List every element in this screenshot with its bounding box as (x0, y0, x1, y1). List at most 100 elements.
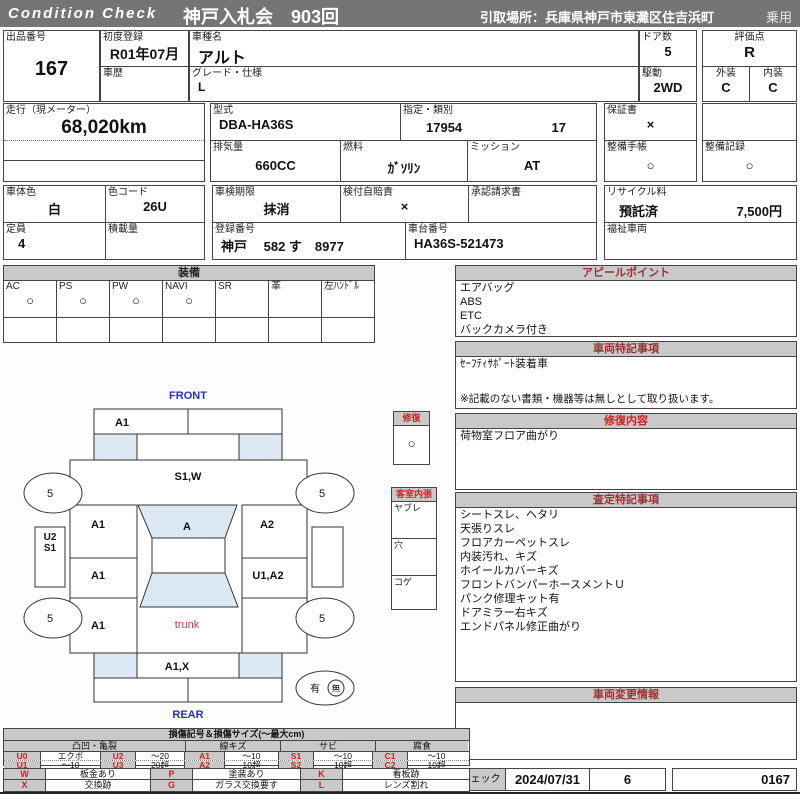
cabin-row-burn: コゲ (394, 577, 413, 587)
body-color-value: 白 (47, 202, 61, 217)
equip-label-sr: SR (218, 281, 232, 292)
drive-label: 駆動 (642, 68, 662, 79)
code-letter: P (151, 769, 193, 779)
exterior-value: C (721, 80, 731, 95)
mileage-box: 走行（現メーター） 68,020km (3, 103, 205, 182)
assessment-notes-panel: 査定特記事項 シートスレ、ヘタリ 天張りスレ フロアカーペットスレ 内装汚れ、キ… (455, 492, 797, 682)
bottom-rule (0, 792, 800, 794)
fuel-value: ｶﾞｿﾘﾝ (387, 161, 421, 176)
mark-wheel-rear-right: 5 (319, 613, 325, 625)
chassis-number-label: 車台番号 (408, 224, 448, 235)
maintenance-record-box: 整備記録 ○ (702, 103, 797, 182)
condition-check-sheet: Condition Check 神戸入札会 903回 引取場所：兵庫県神戸市東灘… (0, 0, 800, 800)
equip-mark-pw: ○ (132, 293, 140, 308)
registration-number-label: 登録番号 (215, 224, 255, 235)
lot-number-box: 出品番号 167 (3, 30, 100, 102)
legend-desc: ～20 (136, 752, 185, 760)
assessment-line: 天張りスレ (460, 523, 515, 535)
assessment-line: ドアミラー右キズ (460, 607, 548, 619)
assessment-line: パンク修理キット有 (460, 593, 560, 605)
front-label: FRONT (169, 390, 207, 402)
cabin-lining-box: 客室内張 ヤブレ 穴 コゲ (391, 487, 437, 610)
check-serial-box: 0167 (672, 768, 797, 791)
repair-details-title: 修復内容 (456, 414, 796, 429)
code-letter: L (301, 780, 343, 791)
assessment-line: フロアカーペットスレ (460, 537, 570, 549)
mark-left-quarter: A1 (91, 620, 105, 632)
mark-left-strip-s1: S1 (44, 543, 57, 554)
appeal-points-title: アピールポイント (456, 266, 796, 281)
code-desc: 看板跡 (392, 769, 420, 779)
repair-flag-box: 修復 ○ (393, 411, 430, 465)
appeal-line: ABS (460, 296, 483, 308)
transmission-label: ミッション (470, 142, 520, 153)
color-code-label: 色コード (108, 187, 148, 198)
appeal-line: ETC (460, 310, 482, 322)
maintenance-book-label: 整備手帳 (607, 142, 647, 153)
interior-label: 内装 (763, 68, 783, 79)
code-letter: K (301, 769, 343, 779)
body-color-box: 車体色 白 色コード 26U 定員 4 積載量 (3, 185, 205, 260)
legend-code: C1 (373, 752, 408, 760)
legend-group-rust: サビ (281, 741, 376, 751)
chassis-number-value: HA36S-521473 (414, 236, 504, 251)
mark-right-door: U1,A2 (252, 570, 283, 582)
check-serial: 0167 (761, 772, 790, 787)
mark-rear-panel: A1,X (165, 661, 190, 673)
code-desc: 板金あり (46, 769, 151, 779)
fuel-label: 燃料 (343, 142, 363, 153)
damage-legend-title: 損傷記号＆損傷サイズ(～最大cm) (4, 729, 469, 741)
code-letter: W (4, 769, 46, 779)
model-name-box: 車種名 アルト グレード・仕様 L (189, 30, 639, 102)
cabin-row-tear: ヤブレ (394, 503, 422, 513)
vehicle-notes-title: 車両特記事項 (456, 342, 796, 357)
warranty-label: 保証書 (607, 105, 637, 116)
exterior-label: 外装 (716, 68, 736, 79)
mark-wheel-rear-left: 5 (47, 613, 53, 625)
equip-mark-ps: ○ (79, 293, 87, 308)
load-label: 積載量 (108, 224, 138, 235)
legend-desc: ～10 (427, 752, 446, 760)
appeal-line: エアバッグ (460, 282, 515, 294)
legend-group-scratches: 線キズ (186, 741, 281, 751)
assessment-line: シートスレ、ヘタリ (460, 509, 559, 521)
check-number: 6 (623, 772, 632, 787)
code-letter: X (4, 780, 46, 791)
repair-details-line: 荷物室フロア曲がり (460, 430, 559, 442)
equip-label-ps: PS (59, 281, 73, 292)
vehicle-notes-panel: 車両特記事項 ｾｰﾌﾃｨｻﾎﾟｰﾄ装着車 ※記載のない書類・機器等は無しとして取… (455, 341, 797, 409)
rear-label: REAR (172, 709, 203, 721)
repair-flag-title: 修復 (394, 412, 429, 426)
equipment-empty-row (4, 318, 374, 342)
spare-present-label: 有 (310, 682, 320, 695)
lot-number-label: 出品番号 (6, 32, 46, 43)
lot-number-value: 167 (34, 58, 69, 80)
vehicle-changes-panel: 車両変更情報 (455, 687, 797, 760)
capacity-label: 定員 (6, 224, 26, 235)
color-code-value: 26U (143, 199, 167, 214)
grade-value: L (198, 80, 206, 94)
warranty-value: × (646, 117, 655, 132)
repair-flag-mark: ○ (407, 436, 416, 451)
car-damage-diagram: FRONT A1 S1,W A A1 A2 A1 U1,A2 A1 trunk … (23, 390, 355, 721)
maintenance-record-value: ○ (745, 158, 754, 173)
vehicle-notes-line: ｾｰﾌﾃｨｻﾎﾟｰﾄ装着車 (460, 358, 548, 370)
right-side-strip (311, 526, 344, 588)
equip-label-navi: NAVI (165, 281, 188, 292)
equip-label-ac: AC (6, 281, 20, 292)
legend-desc: ～10 (314, 752, 373, 760)
type-class-label: 指定・類別 (403, 105, 453, 116)
first-registration-value: R01年07月 (109, 46, 180, 62)
insurance-label: 検付自賠責 (343, 187, 393, 198)
recycle-box: リサイクル料 預託済 7,500円 福祉車両 (604, 185, 797, 260)
first-registration-label: 初度登録 (103, 32, 143, 43)
legend-group-dents: 凸凹・亀裂 (4, 741, 186, 751)
maintenance-record-label: 整備記録 (705, 142, 745, 153)
doors-drive-box: ドア数 5 駆動 2WD (639, 30, 697, 102)
damage-codes-table: W 板金あり P 塗装あり K 看板跡 X 交換跡 G ガラス交換要す L レン… (3, 768, 470, 792)
legend-code: U0 (4, 752, 41, 760)
history-label: 車歴 (103, 68, 123, 79)
vehicle-class: 乗用 (765, 10, 792, 25)
auction-title: 神戸入札会 903回 (183, 7, 340, 27)
assessment-line: 内装汚れ、キズ (460, 551, 538, 563)
